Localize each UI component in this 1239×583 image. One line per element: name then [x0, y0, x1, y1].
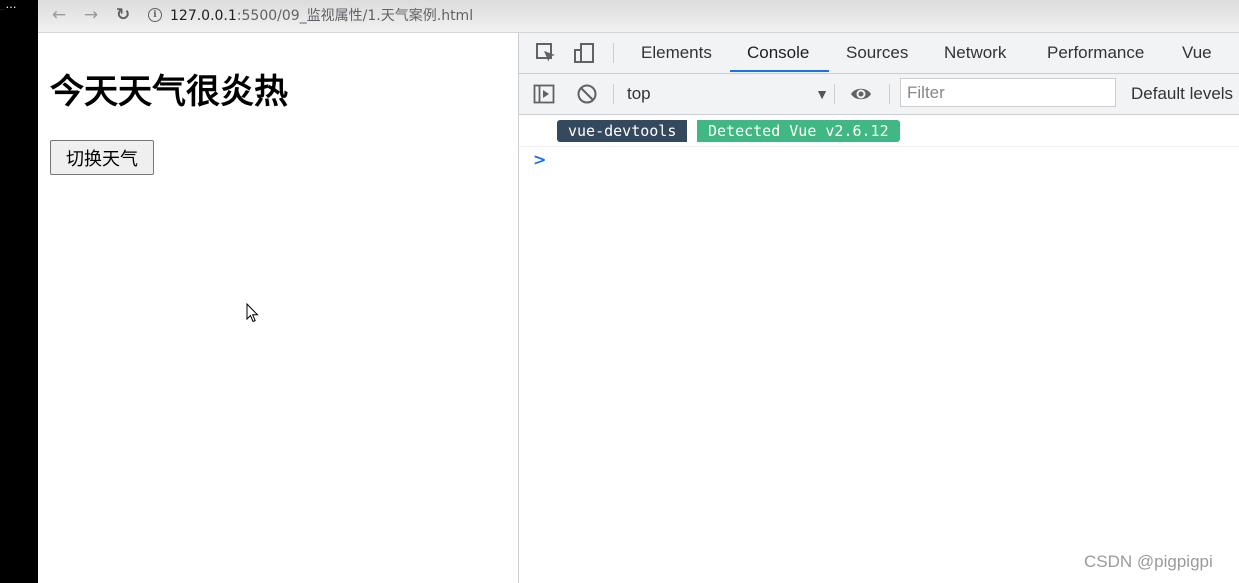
console-prompt-icon[interactable]: >	[533, 150, 546, 169]
tab-console[interactable]: Console	[747, 33, 809, 73]
tab-performance[interactable]: Performance	[1047, 33, 1144, 73]
toolbar-divider	[613, 84, 614, 104]
browser-toolbar: ← → ↻ i 127.0.0.1:5500/09_监视属性/1.天气案例.ht…	[38, 0, 1239, 33]
url-host: 127.0.0.1	[170, 8, 237, 24]
tab-sources[interactable]: Sources	[846, 33, 908, 73]
forward-arrow-icon[interactable]: →	[80, 5, 102, 25]
info-icon[interactable]: i	[148, 8, 162, 22]
switch-weather-button[interactable]: 切换天气	[50, 140, 154, 175]
toolbar-divider	[889, 84, 890, 104]
mouse-cursor-icon	[246, 303, 259, 323]
console-message: vue-devtools Detected Vue v2.6.12	[519, 115, 1239, 147]
detected-vue-badge: Detected Vue v2.6.12	[697, 120, 900, 142]
devtools-tab-bar: Elements Console Sources Network Perform…	[519, 33, 1239, 74]
console-toolbar: top ▼ Default levels	[519, 74, 1239, 115]
toolbar-divider	[834, 84, 835, 104]
tab-network[interactable]: Network	[944, 33, 1006, 73]
reload-icon[interactable]: ↻	[112, 5, 134, 25]
url-text: 127.0.0.1:5500/09_监视属性/1.天气案例.html	[170, 5, 473, 25]
active-tab-indicator	[730, 70, 829, 72]
tab-elements[interactable]: Elements	[641, 33, 712, 73]
left-black-border	[0, 0, 38, 583]
weather-heading: 今天天气很炎热	[50, 72, 288, 112]
eye-icon[interactable]	[850, 83, 872, 105]
inspect-element-icon[interactable]	[535, 42, 557, 64]
sidebar-toggle-icon[interactable]	[533, 83, 555, 105]
watermark: CSDN @pigpigpi	[1084, 552, 1213, 571]
back-arrow-icon[interactable]: ←	[48, 5, 70, 25]
toolbar-divider	[613, 43, 614, 63]
clear-console-icon[interactable]	[576, 83, 598, 105]
dropdown-arrow-icon: ▼	[815, 86, 829, 102]
address-bar[interactable]: i 127.0.0.1:5500/09_监视属性/1.天气案例.html	[148, 2, 473, 28]
window-title-fragment: _…	[0, 0, 17, 10]
filter-input[interactable]	[900, 78, 1116, 107]
device-toolbar-icon[interactable]	[573, 42, 595, 64]
context-selector[interactable]: top ▼	[627, 74, 829, 114]
devtools-panel: Elements Console Sources Network Perform…	[518, 33, 1239, 583]
default-levels-dropdown[interactable]: Default levels	[1131, 74, 1233, 114]
vue-devtools-badge: vue-devtools	[557, 120, 688, 142]
page-viewport: 今天天气很炎热 切换天气	[38, 33, 518, 583]
url-path: :5500/09_监视属性/1.天气案例.html	[236, 8, 474, 24]
tab-vue[interactable]: Vue	[1182, 33, 1212, 73]
context-value: top	[627, 84, 651, 103]
